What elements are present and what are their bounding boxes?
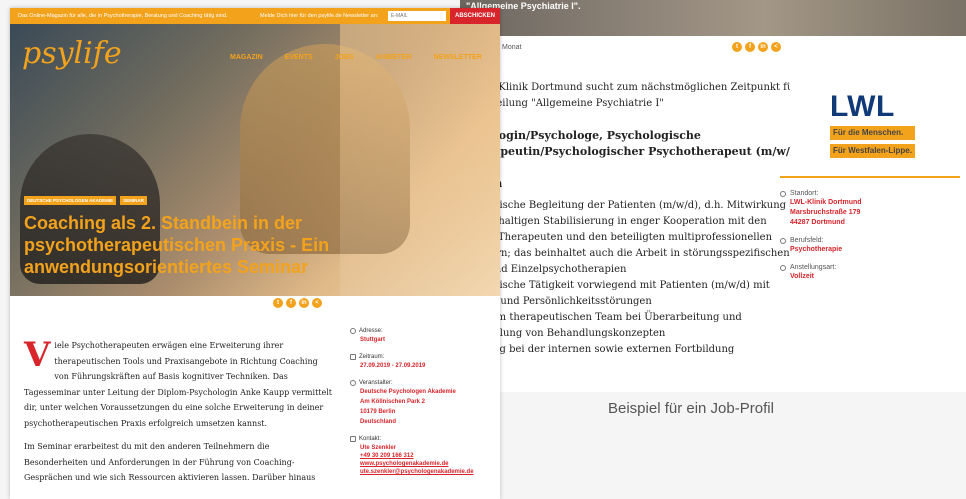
twitter-icon[interactable]: t [732, 42, 742, 52]
organizer-value: Deutschland [360, 419, 397, 425]
tag-organizer[interactable]: DEUTSCHE PSYCHOLOGEN AKADEMIE [24, 196, 117, 205]
contact-label: Kontakt: [350, 436, 500, 442]
location-icon [780, 190, 786, 197]
job-text-line: die Abteilung "Allgemeine Psychiatrie I" [460, 98, 664, 109]
psylife-logo[interactable]: psylife [22, 36, 122, 71]
subscribe-button[interactable]: ABSCHICKEN [450, 8, 500, 24]
job-section-heading: fgaben [460, 176, 790, 192]
location-label: Standort: [780, 190, 960, 197]
lwl-tagline: Für Westfalen-Lippe. [830, 144, 915, 158]
calendar-icon [350, 354, 356, 360]
facebook-icon[interactable]: f [286, 298, 296, 308]
job-text-line [460, 160, 790, 176]
nav-jobs[interactable]: JOBS [335, 54, 354, 61]
lwl-logo-text: LWL [830, 90, 895, 123]
topbar-newsletter-text: Melde Dich hier für den psylife.de Newsl… [260, 13, 379, 19]
contact-phone-link[interactable]: +49 30 209 166 312 [350, 452, 500, 460]
nav-magazin[interactable]: MAGAZIN [230, 54, 263, 61]
tag-seminar[interactable]: SEMINAR [120, 196, 147, 205]
location-value[interactable]: LWL-Klinik Dortmund [780, 198, 960, 207]
linkedin-icon[interactable]: in [299, 298, 309, 308]
address-value[interactable]: Stuttgart [350, 336, 500, 344]
organizer-value[interactable]: Deutsche Psychologen Akademie [350, 388, 500, 396]
location-value[interactable]: Marsbruchstraße 179 [780, 208, 960, 217]
twitter-icon[interactable]: t [273, 298, 283, 308]
address-label: Adresse: [350, 328, 500, 334]
field-label: Berufsfeld: [780, 237, 960, 244]
job-description: ie LWL-Klinik Dortmund sucht zum nächstm… [460, 80, 790, 358]
job-meta: Monat [502, 44, 522, 51]
job-text-line: ie LWL-Klinik Dortmund sucht zum nächstm… [460, 82, 790, 93]
seminar-share-bar: t f in < [273, 298, 322, 308]
article-tags: DEUTSCHE PSYCHOLOGEN AKADEMIE SEMINAR [24, 196, 147, 205]
period-value: 27.09.2019 - 27.09.2019 [360, 363, 426, 369]
job-text-line: entwicklung von Behandlungskonzepten [460, 328, 666, 339]
job-details: Standort: LWL-Klinik Dortmund Marsbruchs… [780, 176, 960, 281]
seminar-hero: psylife MAGAZIN EVENTS JOBS ANBIETER NEW… [10, 24, 500, 296]
job-text-line: erapeutische Begleitung der Patienten (m… [460, 200, 790, 211]
nav-newsletter[interactable]: NEWSLETTER [434, 54, 482, 61]
organizer-value: 10179 Berlin [360, 409, 396, 415]
seminar-screenshot: Das Online-Magazin für alle, die in Psyc… [10, 8, 500, 499]
organizer-label: Veranstalter: [350, 380, 500, 386]
lwl-logo: LWL Für die Menschen. Für Westfalen-Lipp… [830, 92, 915, 158]
gear-icon [780, 264, 786, 271]
field-value[interactable]: Psychotherapie [780, 245, 960, 254]
location-icon [350, 328, 356, 334]
job-title-line: otherapeutin/Psychologischer Psychothera… [460, 145, 790, 158]
contact-name: Ute Szenkler [360, 445, 397, 451]
contact-mail-link[interactable]: ute.szenkler@psychologenakademie.de [350, 468, 500, 476]
job-profile-screenshot: "Allgemeine Psychiatrie I". Monat t f in… [460, 0, 966, 392]
nav-events[interactable]: EVENTS [285, 54, 313, 61]
topbar-intro: Das Online-Magazin für alle, die in Psyc… [18, 13, 228, 19]
heart-icon [780, 237, 786, 244]
employment-label: Anstellungsart: [780, 264, 960, 271]
contact-web-link[interactable]: www.psychologenakademie.de [350, 460, 500, 468]
main-nav: MAGAZIN EVENTS JOBS ANBIETER NEWSLETTER [230, 54, 482, 61]
share-icon[interactable]: < [312, 298, 322, 308]
job-text-line: ppen und Einzelpsychotherapien [460, 264, 627, 275]
job-text-line: arbeitern; das beinhaltet auch die Arbei… [460, 248, 790, 259]
article-headline: Coaching als 2. Standbein in der psychot… [24, 213, 330, 277]
job-text-line [460, 112, 790, 128]
job-title-line: sychologin/Psychologe, Psychologische [460, 129, 701, 142]
contact-icon [350, 436, 356, 442]
job-hero-image: "Allgemeine Psychiatrie I". [460, 0, 966, 36]
employment-value[interactable]: Vollzeit [780, 272, 960, 281]
article-body: Viele Psychotherapeuten erwägen eine Erw… [24, 338, 334, 494]
article-paragraph: Viele Psychotherapeuten erwägen eine Erw… [24, 335, 332, 428]
job-text-line: tlichen Therapeuten und den beteiligten … [460, 232, 773, 243]
dropcap: V [24, 335, 51, 375]
share-icon[interactable]: < [771, 42, 781, 52]
newsletter-bar: Das Online-Magazin für alle, die in Psyc… [10, 8, 500, 24]
linkedin-icon[interactable]: in [758, 42, 768, 52]
period-label: Zeitraum: [350, 354, 500, 360]
job-text-line: arbeit im therapeutischen Team bei Übera… [460, 312, 742, 323]
job-share-bar: t f in < [732, 42, 781, 52]
article-paragraph: Im Seminar erarbeitest du mit den andere… [24, 442, 316, 482]
event-details: Adresse: Stuttgart Zeitraum: 27.09.2019 … [350, 328, 500, 476]
location-value[interactable]: 44287 Dortmund [780, 218, 960, 227]
email-input[interactable] [388, 11, 446, 21]
job-text-line: erapeutische Tätigkeit vorwiegend mit Pa… [460, 280, 770, 291]
nav-anbieter[interactable]: ANBIETER [376, 54, 412, 61]
job-text-line: ektiven und Persönlichkeitsstörungen [460, 296, 652, 307]
caption: Beispiel für ein Job-Profil [608, 400, 774, 417]
lwl-tagline: Für die Menschen. [830, 126, 915, 140]
job-text-line: twirkung bei der internen sowie externen… [460, 344, 735, 355]
user-icon [350, 380, 356, 386]
job-text-line: er nachhaltigen Stabilisierung in enger … [460, 216, 767, 227]
facebook-icon[interactable]: f [745, 42, 755, 52]
organizer-value: Am Köllnischen Park 2 [360, 399, 426, 405]
